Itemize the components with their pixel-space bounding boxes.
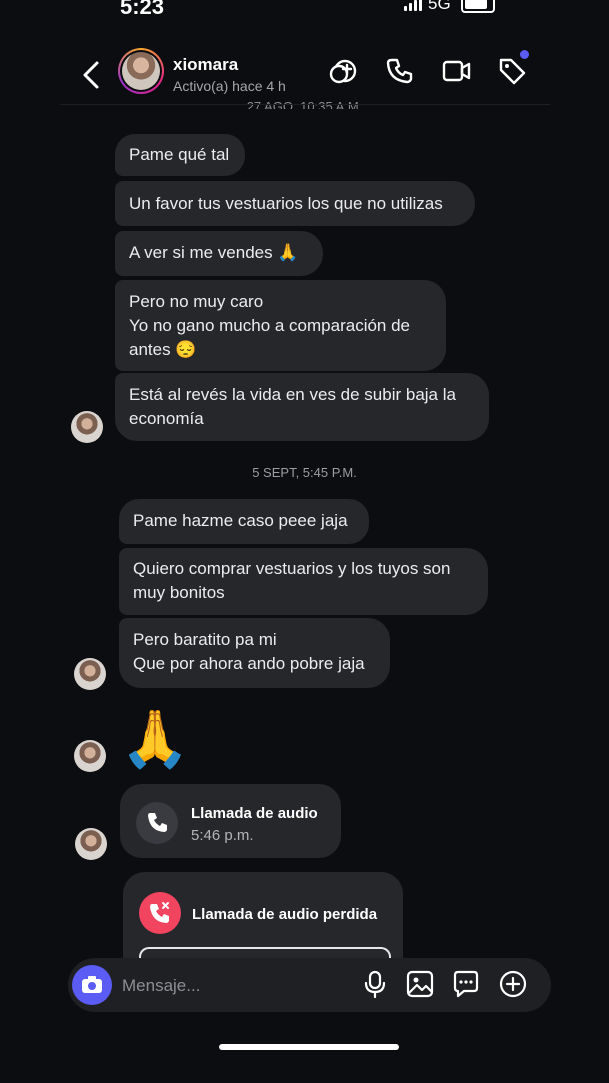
emoji-message[interactable]: 🙏 xyxy=(120,706,190,772)
sender-avatar[interactable] xyxy=(75,828,107,860)
camera-button[interactable] xyxy=(72,965,112,1005)
missed-call-icon-circle xyxy=(139,892,181,934)
active-status: Activo(a) hace 4 h xyxy=(173,78,286,94)
add-icon[interactable] xyxy=(498,969,528,999)
home-indicator xyxy=(219,1044,399,1050)
message-input[interactable]: Mensaje... xyxy=(122,976,200,996)
date-separator-partial: 27 AGO, 10:35 A.M. xyxy=(246,99,363,109)
video-call-icon[interactable] xyxy=(442,56,472,86)
status-time: 5:23 xyxy=(120,0,165,19)
missed-call-title: Llamada de audio perdida xyxy=(192,906,378,923)
audio-call-card[interactable]: Llamada de audio 5:46 p.m. xyxy=(120,784,341,858)
date-separator: 5 SEPT, 5:45 P.M. xyxy=(252,465,357,480)
message-bubble[interactable]: A ver si me vendes 🙏 xyxy=(115,231,323,276)
phone-icon[interactable] xyxy=(385,56,415,86)
notification-dot xyxy=(520,50,529,59)
message-bubble[interactable]: Pame qué tal xyxy=(115,134,245,176)
message-bubble[interactable]: Quiero comprar vestuarios y los tuyos so… xyxy=(119,548,488,615)
status-indicators: 5G xyxy=(404,0,495,14)
phone-icon xyxy=(148,813,167,832)
message-bubble[interactable]: Está al revés la vida en ves de subir ba… xyxy=(115,373,489,441)
call-icon-circle xyxy=(136,802,178,844)
microphone-icon[interactable] xyxy=(360,969,390,999)
effects-icon[interactable] xyxy=(328,56,358,86)
contact-name[interactable]: xiomara xyxy=(173,55,238,75)
tag-icon[interactable] xyxy=(497,56,527,86)
message-bubble[interactable]: Pero baratito pa mi Que por ahora ando p… xyxy=(119,618,390,688)
message-bubble[interactable]: Un favor tus vestuarios los que no utili… xyxy=(115,181,475,226)
signal-icon xyxy=(404,0,422,11)
camera-icon xyxy=(82,976,102,993)
sender-avatar[interactable] xyxy=(74,658,106,690)
battery-icon xyxy=(460,0,495,13)
header-divider xyxy=(60,104,550,105)
message-bubble[interactable]: Pame hazme caso peee jaja xyxy=(119,499,369,544)
message-bubble[interactable]: Pero no muy caro Yo no gano mucho a comp… xyxy=(115,280,446,371)
sticker-chat-icon[interactable] xyxy=(451,969,481,999)
avatar[interactable] xyxy=(118,48,164,94)
call-title: Llamada de audio xyxy=(191,805,318,822)
network-label: 5G xyxy=(428,0,451,13)
missed-call-icon xyxy=(150,902,169,923)
sender-avatar[interactable] xyxy=(74,740,106,772)
back-chevron-icon[interactable] xyxy=(80,60,104,90)
gallery-icon[interactable] xyxy=(405,969,435,999)
call-time: 5:46 p.m. xyxy=(191,827,254,844)
message-composer: Mensaje... xyxy=(68,958,551,1012)
sender-avatar[interactable] xyxy=(71,411,103,443)
